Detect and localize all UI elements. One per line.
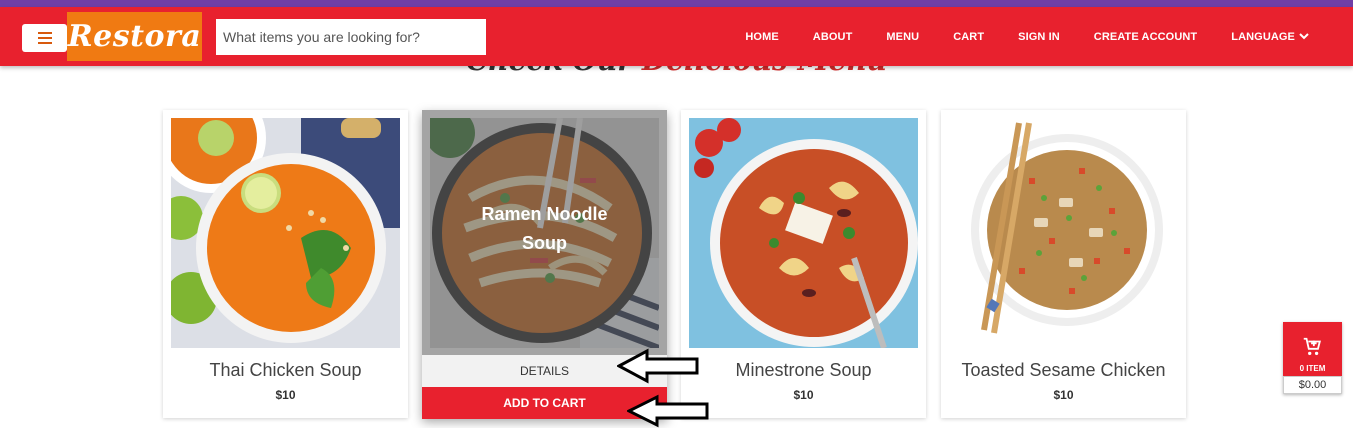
nav-language[interactable]: LANGUAGE xyxy=(1231,31,1309,43)
menu-card-minestrone-soup[interactable]: Minestrone Soup $10 xyxy=(681,110,926,418)
top-stripe xyxy=(0,0,1353,7)
nav-sign-in[interactable]: SIGN IN xyxy=(1018,31,1060,43)
thai-chicken-soup-image[interactable] xyxy=(171,118,400,348)
item-name: Minestrone Soup xyxy=(735,360,872,380)
nav-create-account[interactable]: CREATE ACCOUNT xyxy=(1094,31,1197,43)
nav-about[interactable]: ABOUT xyxy=(813,31,853,43)
annotation-arrow-icon xyxy=(627,394,709,428)
overlay-item-name: Ramen Noodle Soup xyxy=(481,204,608,253)
cart-total: $0.00 xyxy=(1283,376,1342,394)
menu-toggle-icon[interactable] xyxy=(22,24,67,52)
menu-card-toasted-sesame-chicken[interactable]: Toasted Sesame Chicken $10 xyxy=(941,110,1186,418)
item-price: $10 xyxy=(275,388,296,402)
item-price: $10 xyxy=(1053,388,1074,402)
item-name: Thai Chicken Soup xyxy=(209,360,362,380)
navbar: Restora HOME ABOUT MENU CART SIGN IN CRE… xyxy=(0,7,1353,66)
item-name: Toasted Sesame Chicken xyxy=(961,360,1166,380)
nav-home[interactable]: HOME xyxy=(745,31,778,43)
search-input[interactable] xyxy=(216,19,486,55)
menu-card-thai-chicken-soup[interactable]: Thai Chicken Soup $10 xyxy=(163,110,408,418)
cart-count: 0 ITEM xyxy=(1299,364,1326,373)
toasted-sesame-chicken-image[interactable] xyxy=(949,118,1178,348)
nav-menu[interactable]: MENU xyxy=(886,31,919,43)
floating-cart[interactable]: 0 ITEM $0.00 xyxy=(1283,322,1342,394)
cart-add-icon xyxy=(1303,337,1321,356)
annotation-arrow-icon xyxy=(617,348,699,384)
item-price: $10 xyxy=(793,388,814,402)
chevron-down-icon xyxy=(1299,33,1309,40)
nav-language-label: LANGUAGE xyxy=(1231,30,1295,43)
main-nav: HOME ABOUT MENU CART SIGN IN CREATE ACCO… xyxy=(711,7,1309,66)
nav-cart[interactable]: CART xyxy=(953,31,984,43)
logo[interactable]: Restora xyxy=(67,12,202,61)
minestrone-soup-image[interactable] xyxy=(689,118,918,348)
